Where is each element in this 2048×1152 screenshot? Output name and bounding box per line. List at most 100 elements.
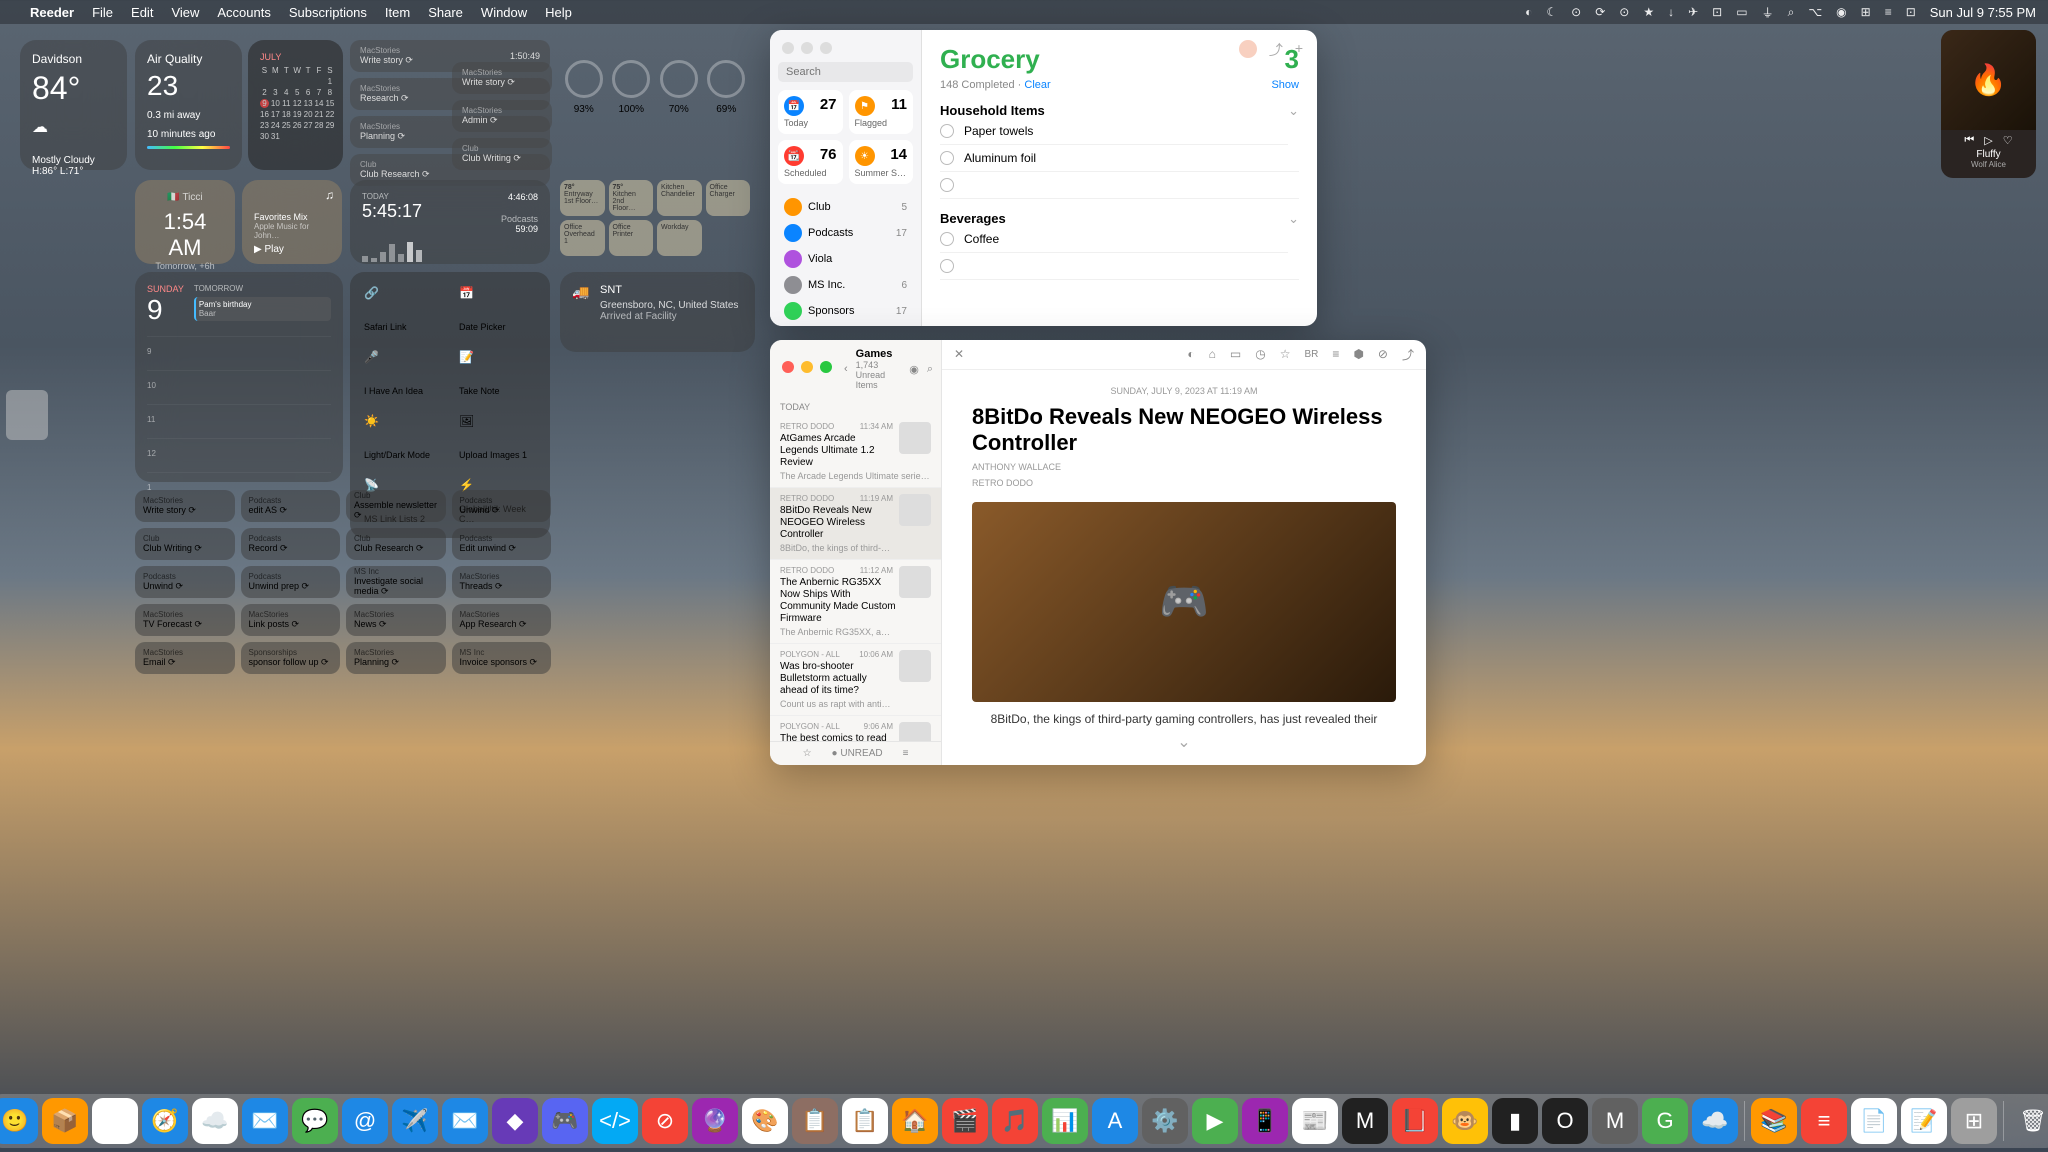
reminders-list[interactable]: Podcasts17 [778, 220, 913, 246]
home-tile[interactable]: Kitchen Chandelier [657, 180, 702, 216]
later-icon[interactable]: ◷ [1255, 347, 1265, 361]
status-icon[interactable]: ⊙ [1571, 5, 1581, 19]
checkbox[interactable] [940, 151, 954, 165]
menu-file[interactable]: File [92, 5, 113, 20]
menu-window[interactable]: Window [481, 5, 527, 20]
dock-app[interactable]: 📚 [1751, 1098, 1797, 1144]
timery-preset[interactable]: MS IncInvoice sponsors ⟳ [452, 642, 552, 674]
reminders-smart-list[interactable]: 📆76Scheduled [778, 140, 843, 184]
appearance-icon[interactable]: ◐ [1187, 347, 1194, 361]
timery-preset[interactable]: MacStoriesApp Research ⟳ [452, 604, 552, 636]
shortcut-tile[interactable]: 📝Take Note [451, 342, 544, 404]
search-icon[interactable]: ⌕ [927, 363, 933, 376]
feed-item[interactable]: POLYGON - ALL9:06 AMThe best comics to r… [770, 716, 941, 741]
dock-app[interactable]: M [1592, 1098, 1638, 1144]
avatar-icon[interactable] [1239, 40, 1257, 58]
status-icon[interactable]: ◉ [1836, 5, 1846, 19]
reminder-item-empty[interactable] [940, 253, 1299, 280]
dock-app[interactable]: 📦 [42, 1098, 88, 1144]
dock-app[interactable]: ☁️ [192, 1098, 238, 1144]
shortcut-tile[interactable]: 🔗Safari Link [356, 278, 449, 340]
dock-app[interactable]: 🎵 [992, 1098, 1038, 1144]
dock-app[interactable]: 🧭 [142, 1098, 188, 1144]
timery-preset[interactable]: MS IncInvestigate social media ⟳ [346, 566, 446, 598]
dock-app[interactable]: ⊘ [642, 1098, 688, 1144]
shortcut-tile[interactable]: 🖼Upload Images 1 [451, 406, 544, 468]
reminder-item[interactable]: Aluminum foil [940, 145, 1299, 172]
status-icon[interactable]: ⊡ [1906, 5, 1916, 19]
checkbox[interactable] [940, 124, 954, 138]
air-quality-widget[interactable]: Air Quality 23 0.3 mi away 10 minutes ag… [135, 40, 242, 170]
status-icon[interactable]: ☾ [1546, 5, 1557, 19]
trash[interactable]: 🗑 [2010, 1098, 2048, 1144]
dock-app[interactable]: 📋 [842, 1098, 888, 1144]
calendar-day-widget[interactable]: SUNDAY 9 TOMORROW Pam's birthday Baar 91… [135, 272, 343, 482]
timery-preset[interactable]: MacStoriesWrite story ⟳ [135, 490, 235, 522]
dock-app[interactable]: 📊 [1042, 1098, 1088, 1144]
home-tile[interactable]: Office Charger [706, 180, 751, 216]
reminders-list[interactable]: MS Inc.6 [778, 272, 913, 298]
dock-app[interactable]: ✈️ [392, 1098, 438, 1144]
window-controls[interactable] [778, 38, 913, 62]
timery-preset[interactable]: MacStoriesLink posts ⟳ [241, 604, 341, 636]
status-icon[interactable]: ⊞ [1861, 5, 1871, 19]
star-filter[interactable]: ☆ [803, 748, 812, 759]
world-clock-widget[interactable]: 🇮🇹 Ticci 1:54 AM Tomorrow, +6h [135, 180, 235, 264]
home-tile[interactable]: Workday [657, 220, 702, 256]
dock-app[interactable]: 📕 [1392, 1098, 1438, 1144]
timer-entry[interactable]: MacStoriesWrite story ⟳ [452, 62, 552, 94]
dock-app[interactable]: 🏠 [892, 1098, 938, 1144]
timery-preset[interactable]: MacStoriesNews ⟳ [346, 604, 446, 636]
dock-app[interactable]: ✉️ [242, 1098, 288, 1144]
reader-icon[interactable]: ▭ [1230, 347, 1241, 361]
star-icon[interactable]: ☆ [1280, 347, 1291, 361]
search-icon[interactable]: ⌕ [1788, 5, 1795, 20]
timery-preset[interactable]: PodcastsUnwind prep ⟳ [241, 566, 341, 598]
status-icon[interactable]: ⊡ [1712, 5, 1722, 19]
dock-app[interactable]: 🎮 [542, 1098, 588, 1144]
dock-app[interactable]: ◆ [492, 1098, 538, 1144]
reminder-item-empty[interactable] [940, 172, 1299, 199]
dock-app[interactable]: A [1092, 1098, 1138, 1144]
dock-app[interactable]: ☁️ [1692, 1098, 1738, 1144]
music-play-button[interactable]: ▶ Play [254, 244, 330, 255]
dock-app[interactable]: 🐵 [1442, 1098, 1488, 1144]
dock-app[interactable]: 📋 [792, 1098, 838, 1144]
tag2-icon[interactable]: ⬢ [1353, 347, 1363, 361]
add-icon[interactable]: + [1295, 40, 1303, 60]
browser-icon[interactable]: ⊘ [1378, 347, 1388, 361]
dock-app[interactable]: M [1342, 1098, 1388, 1144]
home-icon[interactable]: ⌂ [1209, 347, 1216, 361]
status-icon[interactable]: ★ [1643, 5, 1654, 19]
reminders-smart-list[interactable]: ⚑11Flagged [849, 90, 914, 134]
timery-today-widget[interactable]: TODAY 5:45:17 4:46:08 Podcasts 59:09 [350, 180, 550, 264]
dock-app[interactable]: 🎬 [942, 1098, 988, 1144]
play-button[interactable]: ▷ [1984, 134, 1992, 147]
dock-app[interactable]: ⚙️ [1142, 1098, 1188, 1144]
dock-app[interactable]: 🎨 [742, 1098, 788, 1144]
home-tile[interactable]: 78°Entryway 1st Floor… [560, 180, 605, 216]
dock-app[interactable]: @ [342, 1098, 388, 1144]
timery-preset[interactable]: MacStoriesEmail ⟳ [135, 642, 235, 674]
weather-widget[interactable]: Davidson 84° ☁ Mostly Cloudy H:86° L:71° [20, 40, 127, 170]
dock-app[interactable]: ⊞ [1951, 1098, 1997, 1144]
battery-rings-widget[interactable]: 93%100%70%69% [560, 60, 750, 115]
home-tile[interactable]: 75°Kitchen 2nd Floor… [609, 180, 654, 216]
share-icon[interactable]: ⤴ [1269, 40, 1283, 60]
feed-item[interactable]: RETRO DODO11:34 AMAtGames Arcade Legends… [770, 416, 941, 488]
dock-app[interactable]: G [1642, 1098, 1688, 1144]
music-widget[interactable]: ♫ Favorites Mix Apple Music for John… ▶ … [242, 180, 342, 264]
timery-preset[interactable]: MacStoriesThreads ⟳ [452, 566, 552, 598]
reminder-item[interactable]: Paper towels [940, 118, 1288, 145]
reminders-list[interactable]: Personal18 [778, 324, 913, 326]
like-button[interactable]: ♡ [2003, 134, 2013, 147]
stage-manager-thumb[interactable] [6, 390, 48, 440]
dock-app[interactable]: ✉️ [442, 1098, 488, 1144]
dock-app[interactable]: 📱 [1242, 1098, 1288, 1144]
dock-app[interactable]: 📰 [1292, 1098, 1338, 1144]
home-tile[interactable]: Office Overhead 1 [560, 220, 605, 256]
reminders-smart-list[interactable]: 📅27Today [778, 90, 843, 134]
status-icon[interactable]: ◐ [1525, 5, 1532, 19]
now-playing-widget[interactable]: 🔥 ⏮ ▷ ♡ Fluffy Wolf Alice [1941, 30, 2036, 178]
reminders-list[interactable]: Sponsors17 [778, 298, 913, 324]
